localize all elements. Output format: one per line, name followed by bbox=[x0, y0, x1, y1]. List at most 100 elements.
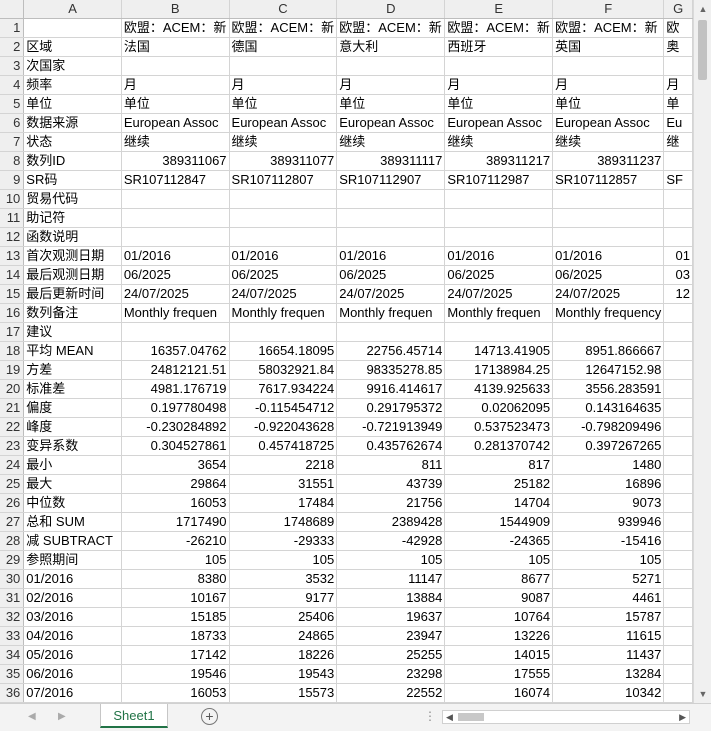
cell[interactable] bbox=[336, 208, 446, 228]
cell[interactable]: -0.798209496 bbox=[552, 417, 665, 437]
cell[interactable]: 欧盟：ACEM：新 bbox=[229, 18, 338, 38]
cell[interactable]: 标准差 bbox=[23, 379, 122, 399]
cell[interactable]: 24/07/2025 bbox=[121, 284, 230, 304]
cell[interactable] bbox=[663, 303, 693, 323]
cell[interactable]: 04/2016 bbox=[23, 626, 122, 646]
cell[interactable] bbox=[663, 227, 693, 247]
cell[interactable]: 12647152.98 bbox=[552, 360, 665, 380]
cell[interactable]: European Assoc bbox=[552, 113, 665, 133]
cell[interactable]: 24812121.51 bbox=[121, 360, 230, 380]
cell[interactable] bbox=[121, 56, 230, 76]
cell[interactable] bbox=[663, 531, 693, 551]
cell[interactable] bbox=[444, 227, 554, 247]
plus-circle-icon[interactable]: + bbox=[201, 708, 218, 725]
cell[interactable]: 16896 bbox=[552, 474, 665, 494]
cell[interactable]: 单 bbox=[663, 94, 693, 114]
cell[interactable]: European Assoc bbox=[229, 113, 338, 133]
next-sheet-icon[interactable]: ▶ bbox=[58, 711, 66, 722]
cell[interactable]: 29864 bbox=[121, 474, 230, 494]
row-header[interactable]: 18 bbox=[0, 341, 25, 361]
row-header[interactable]: 33 bbox=[0, 626, 25, 646]
cell[interactable]: -0.115454712 bbox=[229, 398, 338, 418]
cell[interactable]: 16654.18095 bbox=[229, 341, 338, 361]
cell[interactable]: 月 bbox=[444, 75, 554, 95]
horizontal-scroll-thumb[interactable] bbox=[458, 713, 484, 721]
cell[interactable]: 11615 bbox=[552, 626, 665, 646]
cell[interactable] bbox=[663, 379, 693, 399]
cell[interactable]: 22552 bbox=[336, 683, 446, 703]
cell[interactable]: 105 bbox=[229, 550, 338, 570]
cell[interactable]: 389311237 bbox=[552, 151, 665, 171]
cell[interactable]: 单位 bbox=[121, 94, 230, 114]
cell[interactable]: 频率 bbox=[23, 75, 122, 95]
column-header[interactable]: F bbox=[552, 0, 665, 19]
cell[interactable]: 法国 bbox=[121, 37, 230, 57]
cell[interactable]: 偏度 bbox=[23, 398, 122, 418]
cell[interactable]: 16357.04762 bbox=[121, 341, 230, 361]
cell[interactable]: 3556.283591 bbox=[552, 379, 665, 399]
cell[interactable]: 25182 bbox=[444, 474, 554, 494]
cell[interactable]: 10764 bbox=[444, 607, 554, 627]
row-header[interactable]: 9 bbox=[0, 170, 25, 190]
cell[interactable] bbox=[121, 189, 230, 209]
cell[interactable]: 0.02062095 bbox=[444, 398, 554, 418]
cell[interactable]: 06/2025 bbox=[121, 265, 230, 285]
row-header[interactable]: 7 bbox=[0, 132, 25, 152]
cell[interactable]: SR107112907 bbox=[336, 170, 446, 190]
cell[interactable]: 减 SUBTRACT bbox=[23, 531, 122, 551]
cell[interactable]: 数列备注 bbox=[23, 303, 122, 323]
cell[interactable]: 06/2016 bbox=[23, 664, 122, 684]
cell[interactable]: 欧盟：ACEM：新 bbox=[444, 18, 554, 38]
cell[interactable]: 月 bbox=[121, 75, 230, 95]
row-header[interactable]: 3 bbox=[0, 56, 25, 76]
cell[interactable]: 单位 bbox=[552, 94, 665, 114]
cell[interactable]: 11147 bbox=[336, 569, 446, 589]
cell[interactable]: 继 bbox=[663, 132, 693, 152]
cell[interactable]: 01/2016 bbox=[552, 246, 665, 266]
cell[interactable]: 月 bbox=[552, 75, 665, 95]
cell[interactable]: European Assoc bbox=[336, 113, 446, 133]
cell[interactable] bbox=[663, 550, 693, 570]
cell[interactable]: 次国家 bbox=[23, 56, 122, 76]
cell[interactable] bbox=[663, 455, 693, 475]
cell[interactable]: 0.537523473 bbox=[444, 417, 554, 437]
cell[interactable]: 14713.41905 bbox=[444, 341, 554, 361]
row-header[interactable]: 2 bbox=[0, 37, 25, 57]
cell[interactable]: 状态 bbox=[23, 132, 122, 152]
cell[interactable]: SR107112847 bbox=[121, 170, 230, 190]
cell[interactable]: 18733 bbox=[121, 626, 230, 646]
scroll-up-icon[interactable]: ▲ bbox=[697, 3, 709, 15]
cell[interactable]: 03/2016 bbox=[23, 607, 122, 627]
cell[interactable] bbox=[121, 322, 230, 342]
cell[interactable]: 16053 bbox=[121, 493, 230, 513]
row-header[interactable]: 36 bbox=[0, 683, 25, 703]
cell[interactable]: 变异系数 bbox=[23, 436, 122, 456]
cell[interactable]: 数列ID bbox=[23, 151, 122, 171]
cell[interactable]: -0.230284892 bbox=[121, 417, 230, 437]
cell[interactable]: 17555 bbox=[444, 664, 554, 684]
cell[interactable]: 欧盟：ACEM：新 bbox=[336, 18, 446, 38]
cell[interactable]: 15185 bbox=[121, 607, 230, 627]
cell[interactable]: 0.304527861 bbox=[121, 436, 230, 456]
cell[interactable]: 0.435762674 bbox=[336, 436, 446, 456]
cell[interactable]: -29333 bbox=[229, 531, 338, 551]
cell[interactable] bbox=[552, 56, 665, 76]
cell[interactable] bbox=[663, 189, 693, 209]
cell[interactable]: 1748689 bbox=[229, 512, 338, 532]
cell[interactable] bbox=[663, 569, 693, 589]
row-header[interactable]: 12 bbox=[0, 227, 25, 247]
cell[interactable]: -15416 bbox=[552, 531, 665, 551]
cell[interactable] bbox=[552, 322, 665, 342]
cell[interactable]: -0.721913949 bbox=[336, 417, 446, 437]
cell[interactable]: 方差 bbox=[23, 360, 122, 380]
cell[interactable] bbox=[663, 474, 693, 494]
cell[interactable]: 05/2016 bbox=[23, 645, 122, 665]
cell[interactable]: 22756.45714 bbox=[336, 341, 446, 361]
cell[interactable]: 23947 bbox=[336, 626, 446, 646]
cell[interactable] bbox=[552, 208, 665, 228]
cell[interactable]: SF bbox=[663, 170, 693, 190]
cell[interactable]: 0.397267265 bbox=[552, 436, 665, 456]
cell[interactable]: 3654 bbox=[121, 455, 230, 475]
cell[interactable] bbox=[663, 56, 693, 76]
cell[interactable] bbox=[444, 322, 554, 342]
